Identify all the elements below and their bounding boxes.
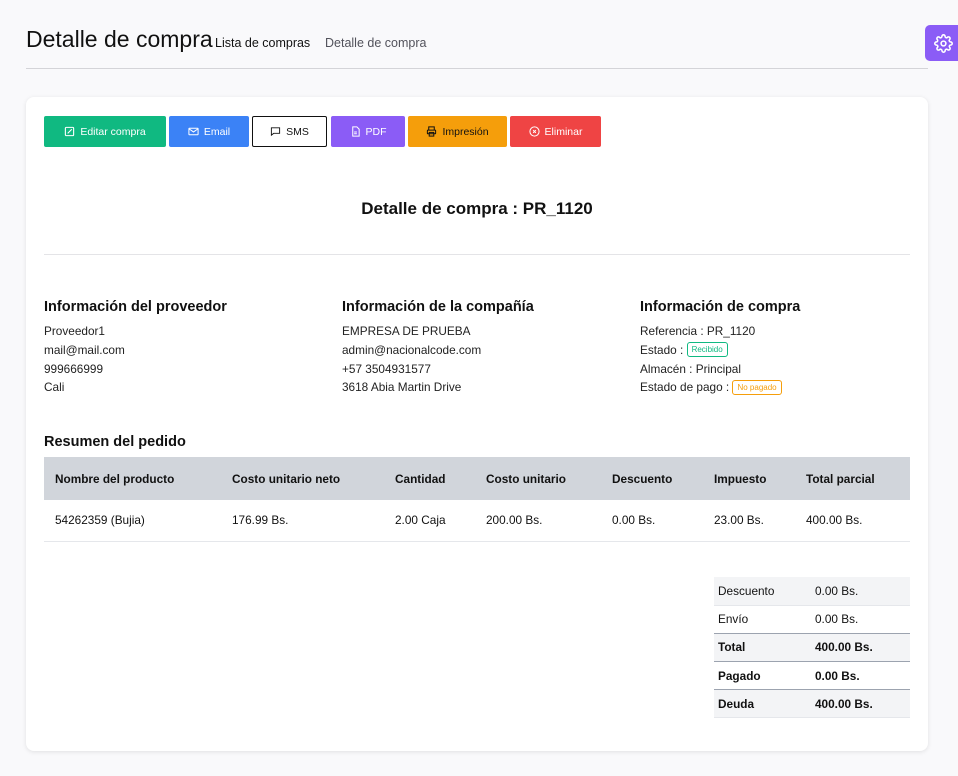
- supplier-city: Cali: [44, 380, 65, 395]
- delete-button[interactable]: Eliminar: [510, 116, 601, 147]
- totals-value: 400.00 Bs.: [802, 633, 910, 663]
- totals-row-paid: Pagado 0.00 Bs.: [714, 661, 910, 691]
- table-row: 54262359 (Bujia) 176.99 Bs. 2.00 Caja 20…: [44, 500, 910, 542]
- supplier-heading: Información del proveedor: [44, 299, 227, 315]
- purchase-heading: Información de compra: [640, 299, 801, 315]
- cell-net-unit-cost: 176.99 Bs.: [221, 500, 384, 542]
- supplier-info: Información del proveedor Proveedor1 mai…: [44, 299, 324, 397]
- totals-value: 400.00 Bs.: [802, 689, 910, 719]
- cell-unit-cost: 200.00 Bs.: [475, 500, 601, 542]
- email-label: Email: [203, 125, 231, 138]
- totals-value: 0.00 Bs.: [802, 661, 910, 691]
- col-discount: Descuento: [601, 457, 703, 500]
- print-button[interactable]: Impresión: [408, 116, 507, 147]
- purchase-status-row: Estado : Recibido: [640, 341, 920, 360]
- purchase-status-label: Estado :: [640, 342, 684, 357]
- totals-value: 0.00 Bs.: [802, 577, 910, 606]
- order-items-table: Nombre del producto Costo unitario neto …: [44, 457, 910, 542]
- status-badge: Recibido: [686, 342, 728, 358]
- page-title: Detalle de compra: [26, 26, 213, 52]
- gear-icon: [933, 33, 953, 53]
- edit-purchase-label: Editar compra: [80, 125, 146, 138]
- cell-tax: 23.00 Bs.: [703, 500, 795, 542]
- purchase-info: Información de compra Referencia : PR_11…: [640, 299, 920, 397]
- pdf-button[interactable]: PDF: [331, 116, 405, 147]
- email-button[interactable]: Email: [169, 116, 249, 147]
- col-net-unit-cost: Costo unitario neto: [221, 457, 384, 500]
- totals-label: Deuda: [714, 689, 802, 719]
- totals-label: Envío: [714, 605, 802, 634]
- page-header: Detalle de compra Lista de compras Detal…: [26, 26, 928, 69]
- company-email: admin@nacionalcode.com: [342, 342, 482, 357]
- col-tax: Impuesto: [703, 457, 795, 500]
- totals-row-discount: Descuento 0.00 Bs.: [714, 577, 910, 606]
- pdf-label: PDF: [365, 125, 387, 138]
- company-heading: Información de la compañía: [342, 299, 534, 315]
- totals-row-shipping: Envío 0.00 Bs.: [714, 605, 910, 634]
- settings-button[interactable]: [925, 25, 958, 61]
- company-address: 3618 Abia Martin Drive: [342, 380, 462, 395]
- col-unit-cost: Costo unitario: [475, 457, 601, 500]
- totals-label: Descuento: [714, 577, 802, 606]
- totals-label: Pagado: [714, 661, 802, 691]
- delete-label: Eliminar: [544, 125, 583, 138]
- col-product-name: Nombre del producto: [44, 457, 221, 500]
- totals-value: 0.00 Bs.: [802, 605, 910, 634]
- supplier-phone: 999666999: [44, 361, 104, 376]
- cell-subtotal: 400.00 Bs.: [795, 500, 910, 542]
- cell-product-name: 54262359 (Bujia): [44, 500, 221, 542]
- payment-status-label: Estado de pago :: [640, 380, 730, 395]
- totals-label: Total: [714, 633, 802, 663]
- sms-button[interactable]: SMS: [252, 116, 327, 147]
- edit-purchase-button[interactable]: Editar compra: [44, 116, 166, 147]
- cell-discount: 0.00 Bs.: [601, 500, 703, 542]
- company-info: Información de la compañía EMPRESA DE PR…: [342, 299, 622, 397]
- file-icon: [351, 126, 360, 137]
- company-name: EMPRESA DE PRUEBA: [342, 324, 471, 338]
- breadcrumb-purchase-list[interactable]: Lista de compras: [215, 36, 310, 50]
- purchase-reference: Referencia : PR_1120: [640, 324, 756, 338]
- supplier-email: mail@mail.com: [44, 342, 125, 357]
- mail-icon: [188, 127, 199, 136]
- supplier-name: Proveedor1: [44, 324, 105, 338]
- message-icon: [271, 127, 281, 137]
- cell-quantity: 2.00 Caja: [384, 500, 475, 542]
- purchase-detail-card: Editar compra Email SMS PDF Impresión El…: [26, 97, 928, 751]
- print-label: Impresión: [442, 125, 489, 138]
- payment-status-row: Estado de pago : No pagado: [640, 378, 920, 397]
- close-circle-icon: [528, 126, 540, 137]
- sms-label: SMS: [286, 125, 309, 138]
- detail-title: Detalle de compra : PR_1120: [361, 199, 593, 218]
- company-phone: +57 3504931577: [342, 361, 431, 376]
- printer-icon: [427, 126, 437, 137]
- breadcrumb-purchase-detail: Detalle de compra: [325, 36, 427, 50]
- order-summary-title: Resumen del pedido: [44, 434, 186, 450]
- purchase-warehouse: Almacén : Principal: [640, 361, 741, 376]
- col-quantity: Cantidad: [384, 457, 475, 500]
- totals-table: Descuento 0.00 Bs. Envío 0.00 Bs. Total …: [714, 577, 910, 719]
- totals-row-due: Deuda 400.00 Bs.: [714, 689, 910, 719]
- totals-row-total: Total 400.00 Bs.: [714, 633, 910, 663]
- col-subtotal: Total parcial: [795, 457, 910, 500]
- edit-icon: [65, 126, 75, 137]
- divider: [44, 254, 910, 255]
- payment-status-badge: No pagado: [732, 379, 782, 395]
- table-header-row: Nombre del producto Costo unitario neto …: [44, 457, 910, 500]
